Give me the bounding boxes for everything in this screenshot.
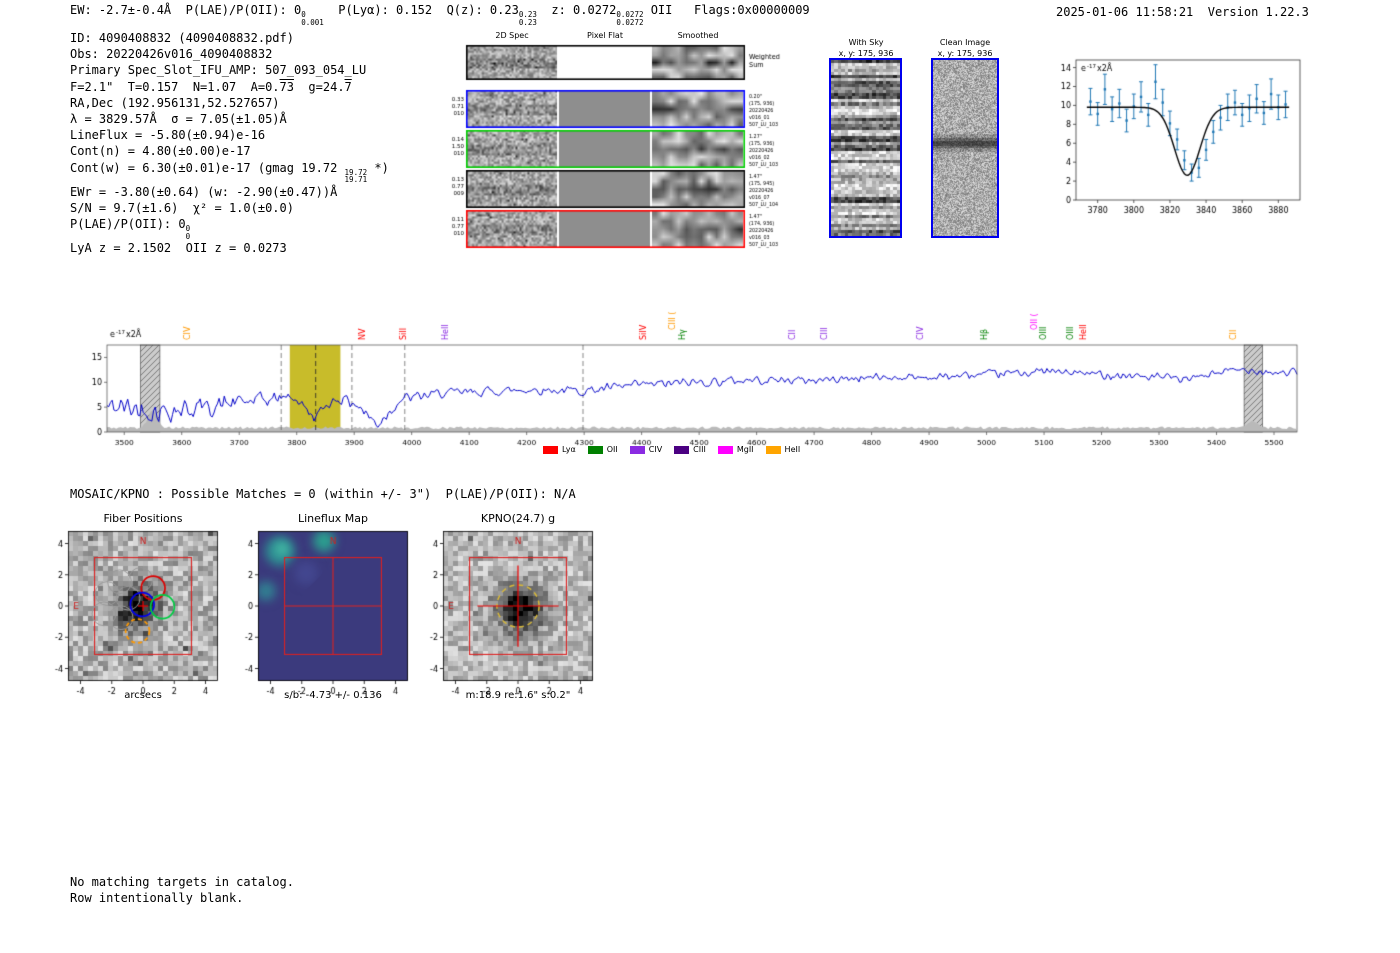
legend-item: MgII bbox=[717, 445, 754, 454]
lineflux-map-caption: s/b: -4.73 +/- 0.136 bbox=[284, 690, 382, 701]
clean-image bbox=[931, 58, 999, 238]
info-line: LyA z = 2.1502 OII z = 0.0273 bbox=[70, 241, 287, 256]
clean-image-title: Clean Image bbox=[939, 38, 991, 47]
legend-label: MgII bbox=[736, 445, 754, 454]
info-line: Cont(n) = 4.80(±0.00)e-17 bbox=[70, 144, 251, 159]
legend-label: OII bbox=[606, 445, 618, 454]
info-line: RA,Dec (192.956131,52.527657) bbox=[70, 95, 280, 110]
legend-swatch bbox=[717, 445, 733, 454]
footer-line: Row intentionally blank. bbox=[70, 890, 244, 905]
info-line: P(LAE)/P(OII): 000 bbox=[70, 217, 191, 241]
legend-swatch bbox=[587, 445, 603, 454]
with-sky-image bbox=[829, 58, 902, 238]
kpno-image-plot bbox=[419, 527, 603, 699]
line-fit-plot bbox=[1038, 48, 1310, 228]
with-sky-coords: x, y: 175, 936 bbox=[838, 49, 894, 58]
with-sky-title: With Sky bbox=[848, 38, 884, 47]
lineflux-map-title: Lineflux Map bbox=[297, 512, 369, 525]
detection-info-block: ID: 4090408832 (4090408832.pdf) Obs: 2022… bbox=[70, 30, 389, 256]
legend-label: HeII bbox=[784, 445, 801, 454]
fiber-positions-plot bbox=[44, 527, 228, 699]
footer-line: No matching targets in catalog. bbox=[70, 875, 294, 889]
column-header-2d-spec: 2D Spec bbox=[495, 31, 529, 40]
legend-label: Lyα bbox=[562, 445, 576, 454]
lineflux-map-plot bbox=[234, 527, 418, 699]
elixer-report-page: EW: -2.7±-0.4Å P(LAE)/P(OII): 0 0 0.001 P(… bbox=[0, 0, 1400, 953]
info-line: Obs: 20220426v016_4090408832 bbox=[70, 47, 273, 62]
fiber-positions-xlabel: arcsecs bbox=[124, 690, 162, 701]
legend-label: CIII bbox=[693, 445, 706, 454]
kpno-caption: m:18.9 re:1.6" s:0.2" bbox=[465, 690, 571, 701]
footer-notes: No matching targets in catalog. Row inten… bbox=[70, 875, 294, 906]
timestamp-version: 2025-01-06 11:58:21 Version 1.22.3 bbox=[1056, 5, 1309, 19]
spectrum-legend: Lyα OII CIV CIII MgII HeII bbox=[543, 445, 800, 454]
legend-item: CIII bbox=[674, 445, 706, 454]
2d-spec-cutouts-grid bbox=[443, 42, 795, 254]
legend-swatch bbox=[629, 445, 645, 454]
legend-swatch bbox=[765, 445, 781, 454]
info-line: LineFlux = -5.80(±0.94)e-16 bbox=[70, 128, 266, 143]
legend-label: CIV bbox=[648, 445, 663, 454]
spectrum-plot bbox=[58, 272, 1342, 458]
legend-item: HeII bbox=[765, 445, 801, 454]
info-line: F=2.1" T=0.157 N=1.07 A=0.73 g=24.7 bbox=[70, 79, 352, 94]
info-line: Primary Spec_Slot_IFU_AMP: 507_093_054_L… bbox=[70, 63, 367, 78]
legend-item: OII bbox=[587, 445, 618, 454]
info-line: EWr = -3.80(±0.64) (w: -2.90(±0.47))Å bbox=[70, 184, 338, 199]
column-header-smoothed: Smoothed bbox=[677, 31, 719, 40]
legend-item: CIV bbox=[629, 445, 663, 454]
mosaic-matches-line: MOSAIC/KPNO : Possible Matches = 0 (with… bbox=[70, 487, 576, 501]
column-header-pixel-flat: Pixel Flat bbox=[587, 31, 623, 40]
kpno-title: KPNO(24.7) g bbox=[480, 512, 556, 525]
legend-item: Lyα bbox=[543, 445, 576, 454]
legend-swatch bbox=[543, 445, 558, 454]
header-measurements: EW: -2.7±-0.4Å P(LAE)/P(OII): 0 0 0.001 P(… bbox=[70, 3, 810, 27]
clean-image-coords: x, y: 175, 936 bbox=[937, 49, 993, 58]
info-line: ID: 4090408832 (4090408832.pdf) bbox=[70, 31, 294, 45]
info-line: S/N = 9.7(±1.6) χ² = 1.0(±0.0) bbox=[70, 200, 294, 215]
info-line: λ = 3829.57Å σ = 7.05(±1.05)Å bbox=[70, 112, 287, 127]
legend-swatch bbox=[674, 445, 690, 454]
fiber-positions-title: Fiber Positions bbox=[103, 512, 183, 525]
info-line: Cont(w) = 6.30(±0.01)e-17 (gmag 19.72 19… bbox=[70, 160, 389, 185]
